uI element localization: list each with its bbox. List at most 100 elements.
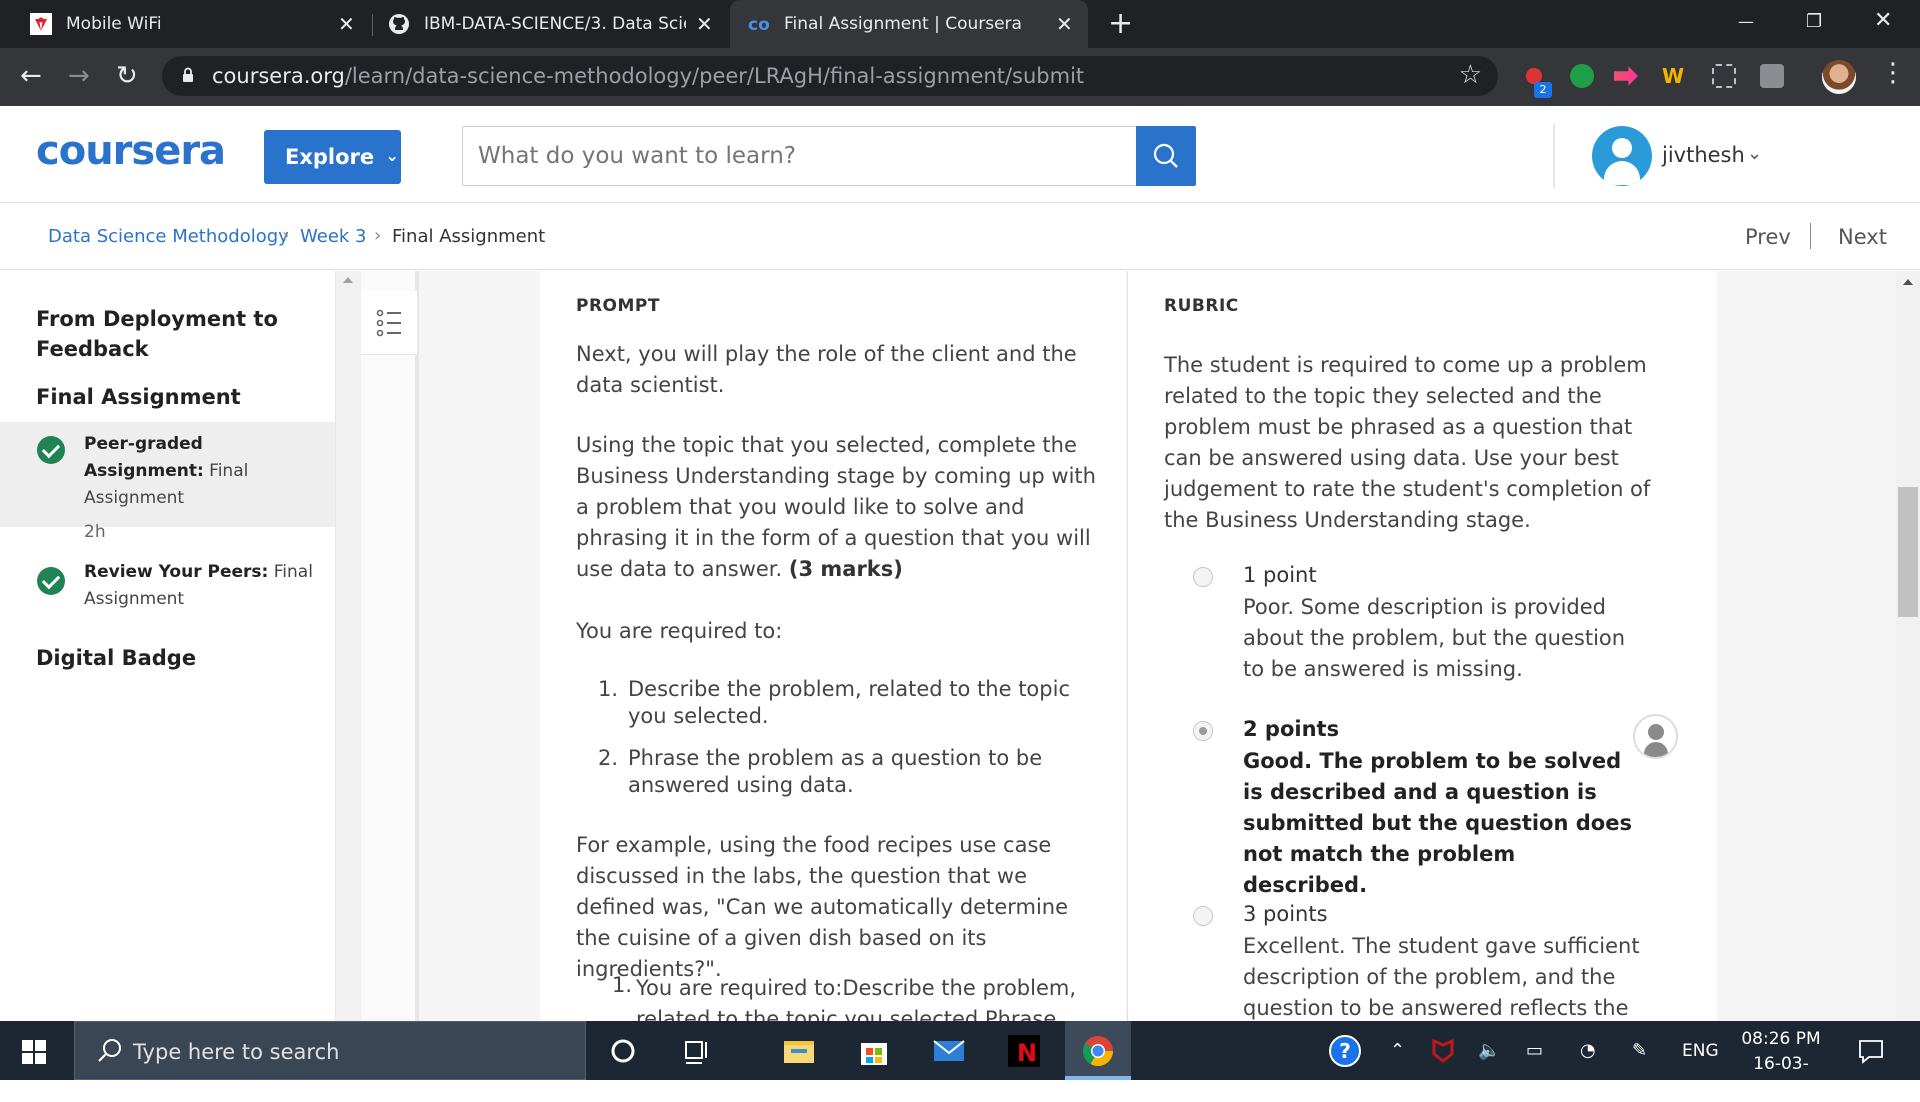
extension-translate-icon[interactable]: [1760, 64, 1784, 88]
breadcrumb-course[interactable]: Data Science Methodology: [48, 226, 289, 247]
list-icon: [376, 309, 401, 337]
address-bar[interactable]: coursera.org/learn/data-science-methodol…: [162, 56, 1498, 96]
rubric-option-points: 1 point: [1243, 563, 1317, 587]
site-header: coursera Explore ⌄ jivthesh ⌄: [0, 106, 1920, 203]
minimize-button[interactable]: —: [1738, 12, 1754, 31]
cortana-icon[interactable]: [605, 1033, 641, 1069]
close-icon[interactable]: ✕: [338, 12, 355, 36]
table-of-contents-button[interactable]: [361, 291, 417, 355]
prev-link[interactable]: Prev: [1745, 225, 1791, 249]
breadcrumb-week[interactable]: Week 3: [300, 226, 367, 247]
profile-avatar[interactable]: [1822, 60, 1856, 94]
sidebar-item-review-peers[interactable]: Review Your Peers: Final Assignment: [0, 562, 335, 633]
chevron-down-icon: ⌄: [385, 146, 399, 165]
svg-text:co: co: [748, 15, 770, 35]
page-scrollbar[interactable]: [1896, 271, 1920, 1021]
prompt-paragraph: Next, you will play the role of the clie…: [576, 342, 1077, 397]
file-explorer-icon[interactable]: [781, 1033, 817, 1069]
wifi-icon[interactable]: ◔: [1580, 1040, 1596, 1061]
browser-toolbar: ← → ↻ coursera.org/learn/data-science-me…: [0, 48, 1920, 106]
next-link[interactable]: Next: [1838, 225, 1887, 249]
volume-icon[interactable]: 🔈: [1478, 1040, 1500, 1061]
rubric-option-radio-2[interactable]: [1193, 721, 1213, 741]
prompt-paragraph: You are required to:: [576, 619, 783, 643]
sidebar-digital-badge[interactable]: Digital Badge: [36, 643, 196, 673]
forward-icon[interactable]: →: [68, 61, 90, 91]
language-indicator[interactable]: ENG: [1682, 1041, 1719, 1061]
close-icon[interactable]: ✕: [696, 12, 713, 36]
sidebar-item-label: Peer-graded Assignment: Final Assignment: [84, 431, 264, 512]
back-icon[interactable]: ←: [20, 61, 42, 91]
user-avatar-icon[interactable]: [1592, 126, 1652, 186]
tab-mobile-wifi[interactable]: Mobile WiFi ✕: [0, 0, 372, 48]
list-item: You are required to:Describe the problem…: [636, 976, 1077, 1021]
netflix-icon[interactable]: N: [1006, 1033, 1042, 1069]
new-tab-button[interactable]: +: [1108, 6, 1133, 41]
chevron-down-icon[interactable]: ⌄: [1747, 143, 1762, 164]
prompt-paragraph: Using the topic that you selected, compl…: [576, 430, 1096, 585]
browser-tab-bar: Mobile WiFi ✕ IBM-DATA-SCIENCE/3. Data S…: [0, 0, 1920, 48]
coursera-icon: co: [748, 15, 770, 35]
bookmark-star-icon[interactable]: ☆: [1459, 60, 1482, 90]
reload-icon[interactable]: ↻: [116, 61, 138, 91]
close-icon[interactable]: ✕: [1056, 12, 1073, 36]
chevron-up-icon[interactable]: ⌃: [1390, 1040, 1405, 1061]
restore-button[interactable]: ❐: [1806, 11, 1822, 32]
search-input[interactable]: [462, 126, 1137, 186]
extension-badge: 2: [1534, 82, 1552, 98]
extension-w-icon[interactable]: W: [1662, 64, 1686, 88]
windows-start-icon[interactable]: [22, 1040, 46, 1064]
menu-icon[interactable]: ⋮: [1880, 58, 1906, 88]
rubric-intro: The student is required to come up a pro…: [1164, 353, 1651, 532]
notifications-icon[interactable]: [1857, 1037, 1885, 1065]
search-icon: [1153, 143, 1178, 168]
battery-icon[interactable]: ▭: [1526, 1040, 1543, 1061]
course-sidebar: From Deployment to Feedback Final Assign…: [0, 271, 335, 1021]
task-view-icon[interactable]: [678, 1033, 714, 1069]
scroll-up-icon[interactable]: [1903, 279, 1913, 285]
explore-button[interactable]: Explore ⌄: [264, 130, 401, 184]
tab-github[interactable]: IBM-DATA-SCIENCE/3. Data Scien ✕: [374, 0, 728, 48]
rubric-option-points: 2 points: [1243, 717, 1340, 741]
extension-arrow-icon[interactable]: [1614, 66, 1638, 86]
tab-title: IBM-DATA-SCIENCE/3. Data Scien: [424, 14, 686, 34]
list-number: 2.: [598, 746, 619, 770]
coursera-logo[interactable]: coursera: [36, 128, 226, 174]
check-circle-icon: [37, 436, 65, 464]
list-number: 1.: [598, 677, 619, 701]
taskbar-search-box[interactable]: Type here to search: [74, 1021, 586, 1080]
search-button[interactable]: [1136, 126, 1196, 186]
sidebar-scrollbar[interactable]: [335, 271, 361, 1021]
pen-icon[interactable]: ✎: [1632, 1040, 1647, 1061]
item-type: Review Your Peers:: [84, 562, 269, 582]
rubric-option-desc: Good. The problem to be solved is descri…: [1243, 749, 1632, 897]
help-icon[interactable]: ?: [1329, 1035, 1361, 1067]
rubric-option-desc: Poor. Some description is provided about…: [1243, 595, 1626, 681]
taskbar-clock[interactable]: 08:26 PM 16-03-2020: [1735, 1027, 1827, 1102]
clock-date: 16-03-2020: [1753, 1054, 1809, 1099]
scroll-up-icon[interactable]: [343, 277, 353, 283]
extension-check-icon[interactable]: [1570, 64, 1594, 88]
grader-avatar-icon: [1633, 714, 1678, 759]
extension-grid-icon[interactable]: [1712, 64, 1736, 88]
list-item: Describe the problem, related to the top…: [628, 677, 1070, 728]
rubric-option-radio-3[interactable]: [1193, 906, 1213, 926]
windows-taskbar: Type here to search N ? ⌃ 🔈 ▭ ◔ ✎ ENG 08…: [0, 1021, 1920, 1099]
rubric-option-points: 3 points: [1243, 902, 1328, 926]
clock-time: 08:26 PM: [1741, 1029, 1821, 1049]
store-icon[interactable]: [856, 1033, 892, 1069]
sidebar-section-title[interactable]: From Deployment to Feedback: [36, 304, 296, 364]
chevron-right-icon: ›: [374, 225, 382, 246]
sidebar-item-peer-graded[interactable]: Peer-graded Assignment: Final Assignment…: [0, 422, 335, 542]
tab-final-assignment[interactable]: co Final Assignment | Coursera ✕: [730, 0, 1088, 48]
username[interactable]: jivthesh: [1662, 143, 1745, 167]
mail-icon[interactable]: [931, 1033, 967, 1069]
chrome-icon[interactable]: [1080, 1033, 1116, 1069]
rubric-option-radio-1[interactable]: [1193, 567, 1213, 587]
taskbar-active-underline: [1065, 1076, 1131, 1080]
sidebar-group-title[interactable]: Final Assignment: [36, 382, 241, 412]
scrollbar-thumb[interactable]: [1898, 487, 1918, 617]
mcafee-icon[interactable]: [1430, 1038, 1456, 1064]
close-window-button[interactable]: ✕: [1874, 8, 1892, 33]
prompt-marks: (3 marks): [788, 557, 903, 581]
